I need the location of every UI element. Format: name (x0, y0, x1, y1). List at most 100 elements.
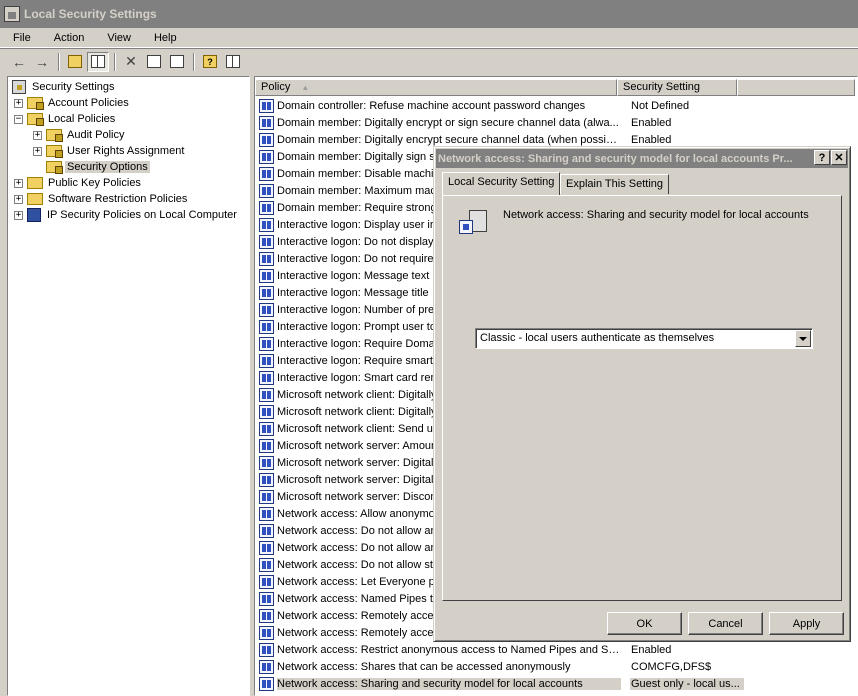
tree-item-local-policies[interactable]: − Local Policies (14, 111, 117, 127)
show-hide-action-pane-icon[interactable] (222, 52, 244, 72)
policy-icon (259, 591, 274, 606)
policy-icon (459, 210, 489, 236)
toolbar-separator (114, 52, 116, 71)
policy-icon (259, 370, 274, 385)
policy-icon (259, 659, 274, 674)
policy-icon (259, 676, 274, 691)
toolbar: ← → ✕ ? (0, 48, 858, 74)
table-row[interactable]: Network access: Shares that can be acces… (259, 658, 855, 675)
tree-item-software-restriction-policies[interactable]: + Software Restriction Policies (14, 191, 189, 207)
policy-icon (259, 523, 274, 538)
expand-icon[interactable]: + (33, 146, 42, 156)
tree-root-security-settings[interactable]: Security Settings (12, 79, 117, 95)
column-header-policy[interactable]: Policy ▲ (255, 79, 617, 96)
tree-item-account-policies[interactable]: + Account Policies (14, 95, 131, 111)
menu-action[interactable]: Action (51, 32, 88, 44)
folder-lock-icon (46, 145, 63, 158)
folder-icon (27, 177, 43, 189)
policy-icon (259, 404, 274, 419)
tree-item-user-rights-assignment[interactable]: + User Rights Assignment (33, 143, 186, 159)
policy-icon (259, 625, 274, 640)
policy-icon (259, 302, 274, 317)
security-setting-cell: Not Defined (631, 99, 690, 112)
toolbar-separator (58, 52, 60, 71)
dialog-title: Network access: Sharing and security mod… (438, 152, 793, 165)
policy-cell: Network access: Restrict anonymous acces… (277, 643, 621, 656)
list-header: Policy ▲ Security Setting (255, 79, 855, 96)
table-row[interactable]: Domain member: Digitally encrypt or sign… (259, 114, 855, 131)
tab-panel: Network access: Sharing and security mod… (442, 195, 842, 601)
properties-icon[interactable] (143, 52, 165, 72)
menu-view[interactable]: View (104, 32, 134, 44)
policy-icon (259, 557, 274, 572)
policy-icon (259, 200, 274, 215)
export-list-icon[interactable] (166, 52, 188, 72)
table-row[interactable]: Network access: Restrict anonymous acces… (259, 641, 855, 658)
policy-icon (259, 336, 274, 351)
delete-icon[interactable]: ✕ (120, 52, 142, 72)
policy-icon (259, 183, 274, 198)
security-setting-cell: COMCFG,DFS$ (631, 660, 712, 673)
apply-button[interactable]: Apply (769, 612, 844, 635)
ok-button[interactable]: OK (607, 612, 682, 635)
help-button[interactable]: ? (814, 150, 830, 165)
ip-security-icon (27, 208, 41, 222)
back-arrow-icon[interactable]: ← (8, 52, 30, 72)
expand-icon[interactable]: + (33, 130, 42, 140)
forward-arrow-icon[interactable]: → (31, 52, 53, 72)
policy-icon (259, 387, 274, 402)
dropdown-value: Classic - local users authenticate as th… (480, 332, 715, 344)
tree-item-ip-security-policies[interactable]: + IP Security Policies on Local Computer (14, 207, 239, 223)
policy-cell: Domain member: Digitally encrypt secure … (277, 133, 621, 146)
cancel-button[interactable]: Cancel (688, 612, 763, 635)
menu-help[interactable]: Help (151, 32, 180, 44)
up-one-level-icon[interactable] (64, 52, 86, 72)
folder-lock-icon (46, 161, 63, 174)
security-setting-cell: Enabled (631, 133, 672, 146)
table-row[interactable]: Network access: Sharing and security mod… (259, 675, 855, 692)
policy-icon (259, 115, 274, 130)
tab-explain-this-setting[interactable]: Explain This Setting (560, 174, 670, 194)
policy-icon (259, 608, 274, 623)
close-button[interactable]: ✕ (831, 150, 847, 165)
policy-icon (259, 642, 274, 657)
folder-icon (27, 193, 43, 205)
security-settings-app-icon (4, 6, 20, 22)
policy-icon (259, 472, 274, 487)
policy-cell: Domain member: Digitally encrypt or sign… (277, 116, 619, 129)
expand-icon[interactable]: + (14, 98, 23, 108)
policy-icon (259, 217, 274, 232)
window-title: Local Security Settings (24, 7, 157, 21)
policy-name: Network access: Sharing and security mod… (503, 209, 809, 221)
policy-icon (259, 421, 274, 436)
policy-cell: Network access: Sharing and security mod… (277, 677, 621, 690)
policy-icon (259, 506, 274, 521)
column-header-empty (737, 79, 855, 96)
security-settings-icon (12, 80, 26, 94)
policy-icon (259, 438, 274, 453)
table-row[interactable]: Domain controller: Refuse machine accoun… (259, 97, 855, 114)
policy-icon (259, 166, 274, 181)
tree-item-security-options[interactable]: Security Options (33, 159, 150, 175)
policy-icon (259, 455, 274, 470)
policy-icon (259, 319, 274, 334)
expand-icon[interactable]: + (14, 210, 23, 220)
expand-icon[interactable]: + (14, 178, 23, 188)
security-setting-cell: Enabled (631, 116, 672, 129)
policy-icon (259, 98, 274, 113)
policy-cell: Domain controller: Refuse machine accoun… (277, 99, 586, 112)
tree-item-audit-policy[interactable]: + Audit Policy (33, 127, 126, 143)
help-icon[interactable]: ? (199, 52, 221, 72)
menu-file[interactable]: File (10, 32, 34, 44)
toolbar-separator (193, 52, 195, 71)
collapse-icon[interactable]: − (14, 114, 23, 124)
policy-icon (259, 489, 274, 504)
column-header-security-setting[interactable]: Security Setting (617, 79, 737, 96)
sort-ascending-icon: ▲ (301, 83, 310, 92)
chevron-down-icon[interactable] (795, 330, 811, 347)
tree-item-public-key-policies[interactable]: + Public Key Policies (14, 175, 143, 191)
tab-local-security-setting[interactable]: Local Security Setting (442, 172, 561, 195)
expand-icon[interactable]: + (14, 194, 23, 204)
sharing-model-dropdown[interactable]: Classic - local users authenticate as th… (475, 328, 813, 349)
show-hide-tree-icon[interactable] (87, 51, 109, 72)
